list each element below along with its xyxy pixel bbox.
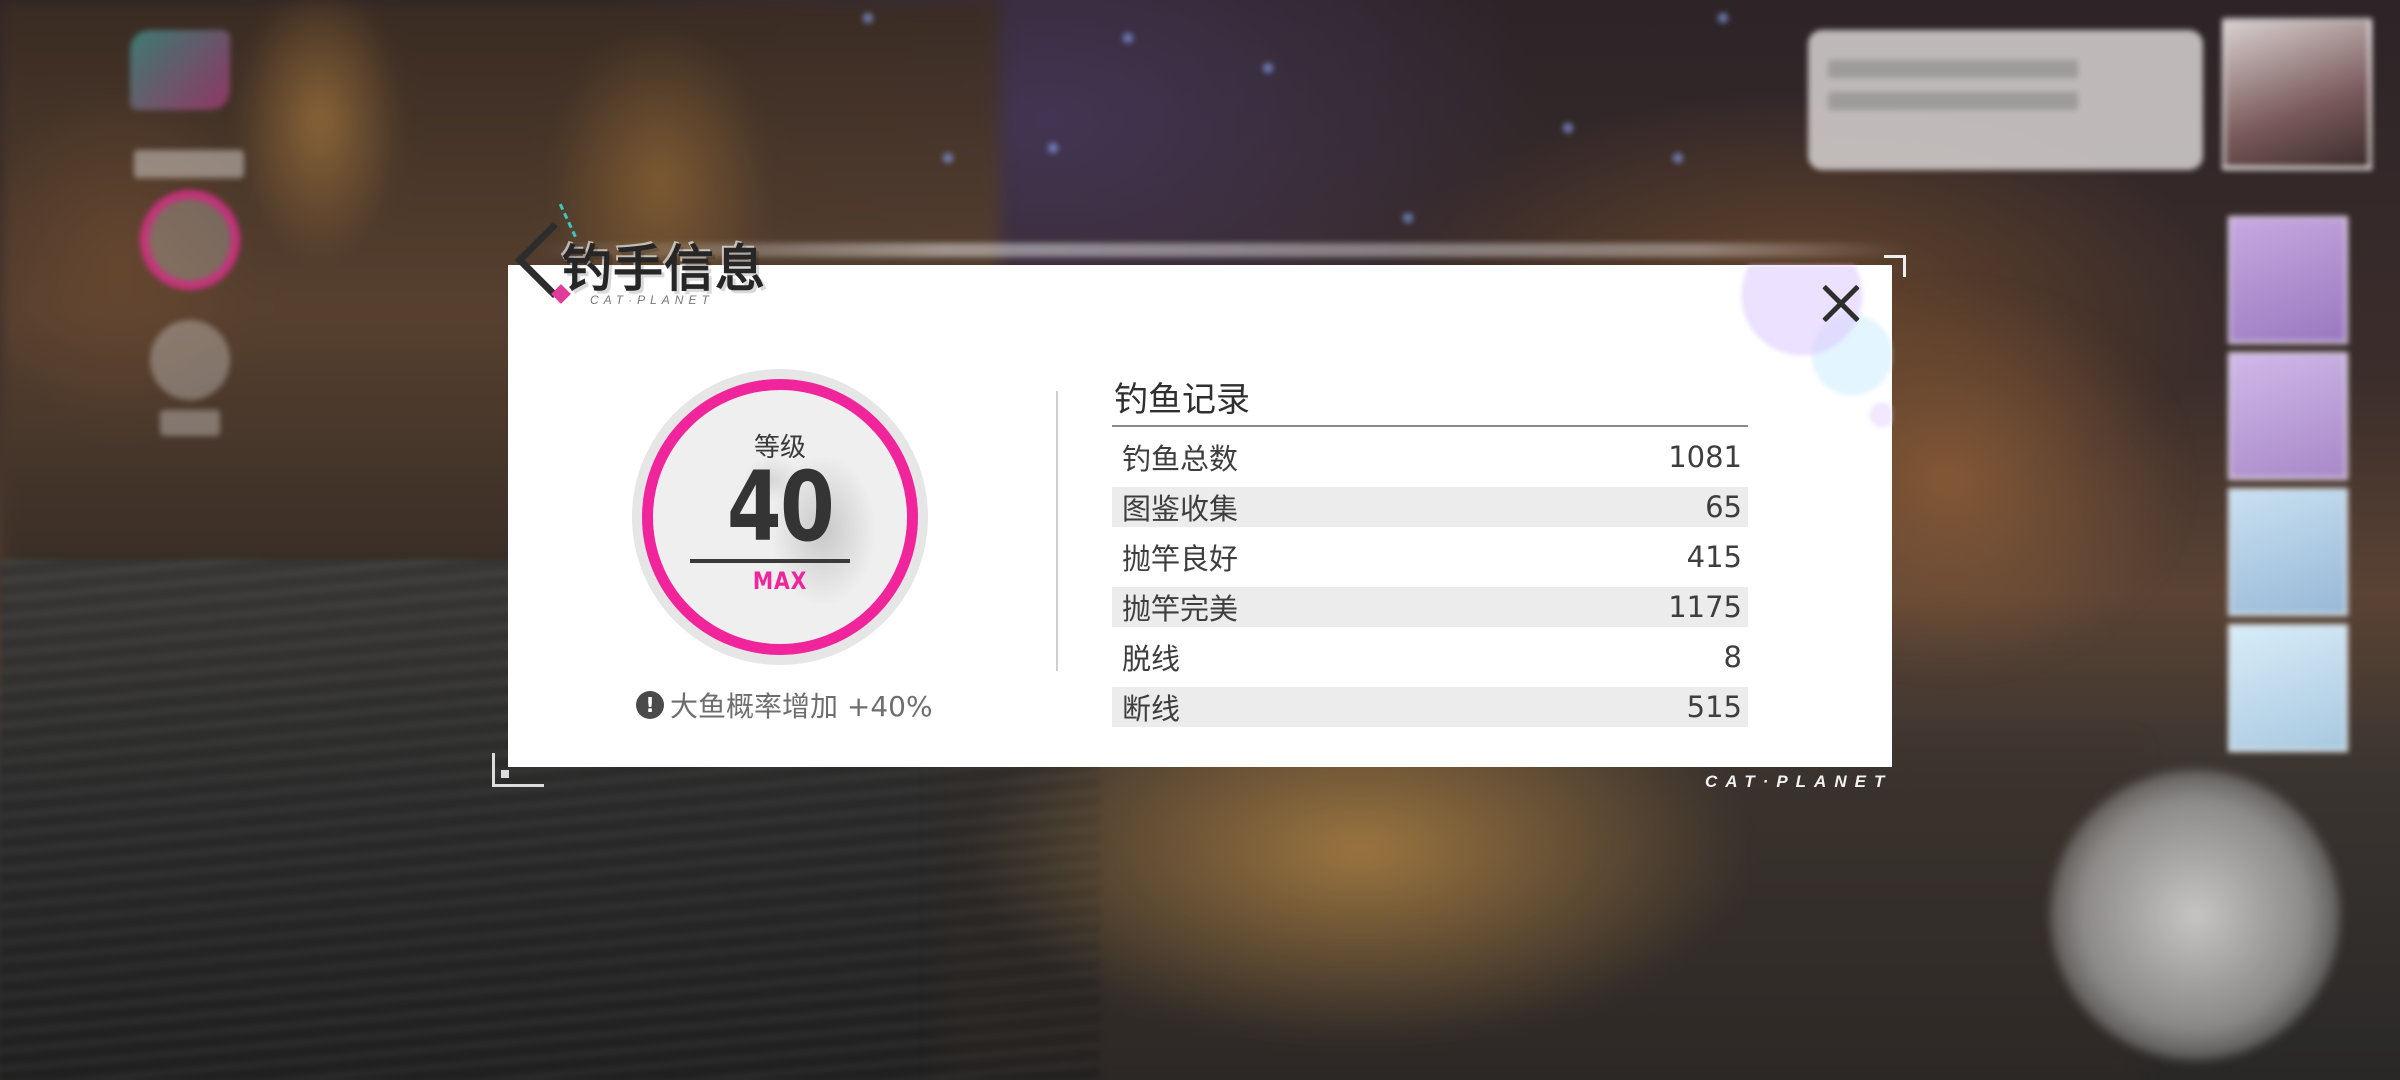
collection-icon[interactable] [150, 320, 230, 400]
record-row: 脱线 8 [1112, 637, 1748, 677]
corner-bracket [1884, 255, 1906, 277]
bonus-text: 大鱼概率增加 +40% [670, 690, 933, 723]
item-slot[interactable] [2228, 624, 2348, 752]
lure-slot[interactable] [2228, 352, 2348, 480]
record-label: 抛竿良好 [1122, 542, 1239, 576]
dialog-title: 钓手信息 [562, 240, 766, 298]
dialog-header: 钓手信息 CAT·PLANET [512, 199, 812, 319]
buff-message-panel [1808, 30, 2203, 170]
record-value: 8 [1723, 640, 1742, 674]
corner-bracket [492, 753, 544, 787]
sparkle [860, 10, 876, 26]
character-avatar[interactable] [2222, 18, 2372, 170]
player-level-icon[interactable] [140, 190, 240, 290]
sparkle [1670, 150, 1686, 166]
sparkle [1260, 60, 1276, 76]
record-value: 515 [1686, 690, 1742, 724]
angler-info-dialog: 钓手信息 CAT·PLANET 等级 40 MAX ! 大鱼概率增加 +40% … [492, 200, 1908, 787]
record-row: 抛竿完美 1175 [1112, 587, 1748, 627]
record-label: 断线 [1122, 692, 1181, 726]
fishing-records: 钓鱼记录 钓鱼总数 1081 图鉴收集 65 抛竿良好 415 抛竿完美 117… [1112, 377, 1748, 727]
left-hud [120, 20, 260, 440]
level-max-tag: MAX [752, 567, 808, 595]
sparkle [1715, 10, 1731, 26]
sparkle [1560, 120, 1576, 136]
divider [1056, 391, 1058, 671]
hud-label [134, 150, 244, 178]
record-row: 抛竿良好 415 [1112, 537, 1748, 577]
sparkle [1120, 30, 1136, 46]
bait-slot[interactable] [2228, 488, 2348, 616]
hud-label [160, 410, 220, 436]
record-row: 图鉴收集 65 [1112, 487, 1748, 527]
record-label: 抛竿完美 [1122, 592, 1239, 626]
level-divider [690, 559, 850, 563]
sparkle [1045, 140, 1061, 156]
sparkle [940, 150, 956, 166]
record-label: 钓鱼总数 [1122, 442, 1239, 476]
record-row: 钓鱼总数 1081 [1112, 437, 1748, 477]
level-value: 40 [726, 451, 835, 563]
record-value: 1175 [1668, 590, 1742, 624]
records-title: 钓鱼记录 [1112, 377, 1748, 427]
dialog-subtitle: CAT·PLANET [590, 293, 714, 307]
sparkle [1400, 210, 1416, 226]
rod-slot[interactable] [2228, 216, 2348, 344]
record-value: 65 [1705, 490, 1742, 524]
close-icon[interactable] [1814, 277, 1868, 331]
record-label: 脱线 [1122, 642, 1181, 676]
alert-exclamation-icon: ! [636, 691, 664, 719]
game-logo-icon [130, 30, 230, 110]
brand-watermark: CAT·PLANET [1705, 772, 1893, 791]
record-value: 1081 [1668, 440, 1742, 474]
bonus-info: ! 大鱼概率增加 +40% [636, 685, 936, 725]
record-value: 415 [1686, 540, 1742, 574]
record-row: 断线 515 [1112, 687, 1748, 727]
level-badge: 等级 40 MAX [632, 369, 928, 665]
cast-reel-button[interactable] [2050, 770, 2340, 1060]
record-label: 图鉴收集 [1122, 492, 1239, 526]
